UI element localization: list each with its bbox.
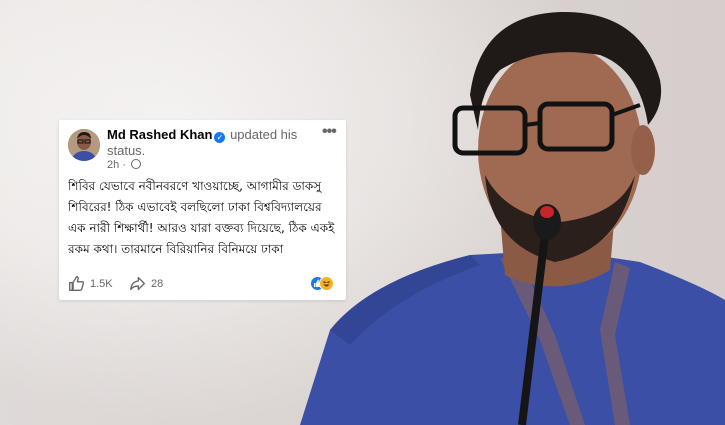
globe-icon [131, 159, 142, 169]
haha-reaction-icon [319, 276, 334, 291]
share-count: 28 [151, 277, 164, 290]
post-meta: 2h · [107, 159, 142, 171]
post-body-text: শিবির যেভাবে নবীনবরণে খাওয়াচ্ছে, আগামীর… [68, 179, 335, 256]
share-button[interactable]: 28 [129, 275, 163, 292]
more-options-button[interactable]: ••• [322, 123, 337, 141]
verified-badge-icon: ✓ [214, 132, 226, 143]
thumbs-up-icon [69, 276, 85, 291]
post-header: Md Rashed Khan ✓ updated his status. [107, 127, 307, 159]
separator-dot: · [122, 159, 126, 171]
reactions-summary[interactable] [310, 276, 336, 291]
post-actions: 1.5K 28 [68, 275, 340, 293]
like-button[interactable]: 1.5K [68, 275, 113, 292]
facebook-post-card: Md Rashed Khan ✓ updated his status. 2h ·… [59, 120, 346, 300]
post-body: শিবির যেভাবে নবীনবরণে খাওয়াচ্ছে, আগামীর… [68, 176, 340, 260]
avatar[interactable] [68, 129, 100, 161]
share-arrow-icon [130, 276, 145, 291]
post-time[interactable]: 2h [107, 159, 119, 171]
author-name[interactable]: Md Rashed Khan [107, 127, 212, 142]
like-count: 1.5K [90, 277, 113, 290]
avatar-photo-icon [68, 129, 100, 161]
